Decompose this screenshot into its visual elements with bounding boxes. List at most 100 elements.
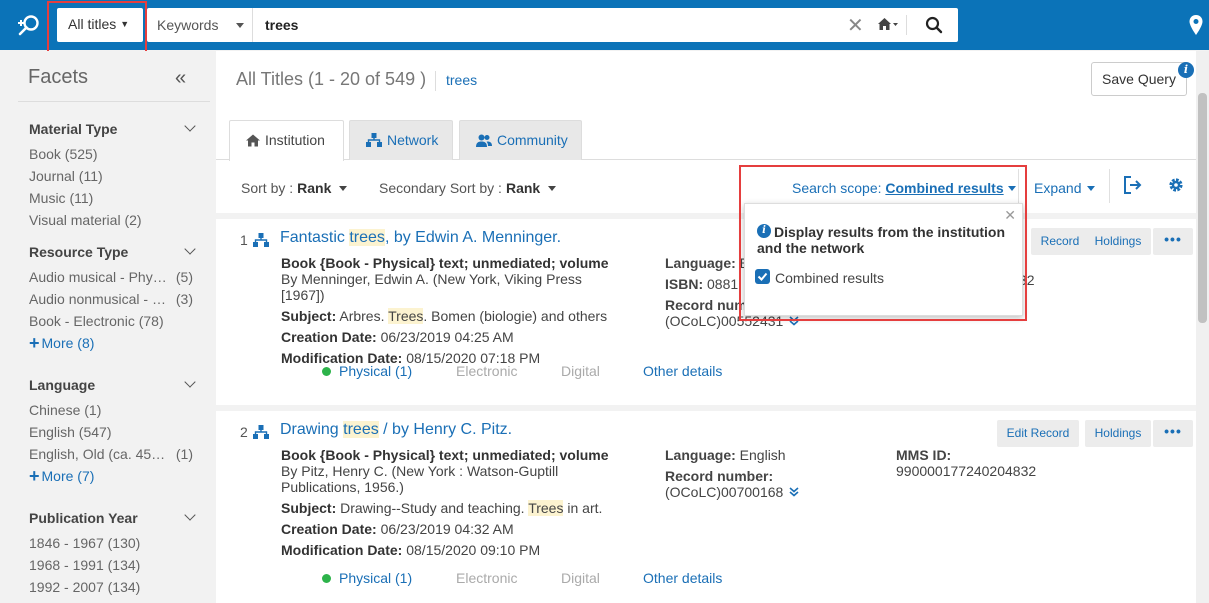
home-icon xyxy=(246,134,260,147)
field-value: 06/23/2019 04:32 AM xyxy=(376,521,514,537)
tab-community[interactable]: Community xyxy=(459,120,582,160)
search-input[interactable] xyxy=(255,10,835,40)
tab-institution[interactable]: Institution xyxy=(229,120,344,161)
record-language-line: Language: English xyxy=(665,447,865,463)
scrollbar[interactable] xyxy=(1196,51,1209,603)
field-value: English xyxy=(735,447,786,463)
title-type-select[interactable]: All titles ▼ xyxy=(57,8,143,42)
record-details-left: Book {Book - Physical} text; unmediated;… xyxy=(281,255,621,371)
save-query-button[interactable]: Save Query xyxy=(1091,62,1187,96)
search-term-highlight: Trees xyxy=(388,308,424,324)
facet-item[interactable]: Audio nonmusical - P... (3) xyxy=(29,288,199,310)
double-chevron-left-icon[interactable]: « xyxy=(175,67,186,90)
info-icon[interactable]: i xyxy=(1178,62,1194,78)
holdings-button[interactable]: Holdings xyxy=(1085,420,1151,447)
edit-record-button[interactable]: Edit Record xyxy=(997,420,1079,447)
field-label: Record num xyxy=(665,297,747,313)
field-value: Drawing--Study and teaching. xyxy=(336,500,529,516)
plus-icon: + xyxy=(29,466,40,486)
gear-icon[interactable] xyxy=(1168,177,1184,193)
network-icon xyxy=(253,425,269,439)
record-subject-line: Subject: Arbres. Trees. Bomen (biologie)… xyxy=(281,308,621,324)
close-icon[interactable]: ✕ xyxy=(1004,207,1016,224)
secondary-sort-select[interactable]: Secondary Sort by : Rank xyxy=(379,180,557,196)
caret-down-icon xyxy=(339,186,348,191)
scrollbar-thumb[interactable] xyxy=(1198,93,1207,323)
field-value: 08/15/2020 09:10 PM xyxy=(402,542,541,558)
more-icon[interactable]: ••• xyxy=(1153,228,1193,255)
facet-item[interactable]: Music (11) xyxy=(29,187,199,209)
combined-results-label[interactable]: Combined results xyxy=(775,270,884,286)
facet-item[interactable]: 1846 - 1967 (130) xyxy=(29,532,199,554)
divider xyxy=(435,71,436,91)
other-details-link[interactable]: Other details xyxy=(643,363,722,379)
query-term-link[interactable]: trees xyxy=(446,72,477,88)
facet-item-count: (5) xyxy=(173,266,193,288)
search-icon xyxy=(925,16,943,34)
tab-network[interactable]: Network xyxy=(349,120,453,160)
facet-title[interactable]: Publication Year xyxy=(29,509,199,532)
search-scope-link[interactable]: Search scope: Combined results xyxy=(792,180,1016,196)
record-title-text: , by Edwin A. Menninger. xyxy=(384,229,562,246)
digital-availability: Digital xyxy=(561,363,600,379)
facet-item[interactable]: Book - Electronic (78) xyxy=(29,310,199,332)
physical-availability-link[interactable]: Physical (1) xyxy=(322,570,412,586)
logo-search-icon[interactable] xyxy=(16,12,42,38)
holdings-button[interactable]: Holdings xyxy=(1085,228,1151,255)
export-icon[interactable] xyxy=(1123,175,1143,195)
close-icon[interactable]: ✕ xyxy=(847,13,864,38)
field-label: Subject: xyxy=(281,500,337,516)
facet-item[interactable]: Chinese (1) xyxy=(29,399,199,421)
facet-title[interactable]: Resource Type xyxy=(29,243,199,266)
facet-title[interactable]: Language xyxy=(29,376,199,399)
double-chevron-down-icon[interactable] xyxy=(789,316,799,326)
record-number: 2 xyxy=(240,424,248,440)
availability-label: Physical (1) xyxy=(339,570,413,586)
record-title-text: Drawing xyxy=(280,421,344,438)
record-format: Book {Book - Physical} text; unmediated;… xyxy=(281,255,609,271)
caret-down-icon xyxy=(548,186,557,191)
search-button[interactable] xyxy=(911,8,957,42)
search-field-value: Keywords xyxy=(157,17,219,33)
sort-label: Sort by : xyxy=(241,180,294,196)
physical-availability-link[interactable]: Physical (1) xyxy=(322,363,412,379)
record-details-left: Book {Book - Physical} text; unmediated;… xyxy=(281,447,621,563)
field-value: 06/23/2019 04:25 AM xyxy=(376,329,514,345)
search-term-highlight: Trees xyxy=(528,500,564,516)
facet-item[interactable]: Audio musical - Phys... (5) xyxy=(29,266,199,288)
title-type-value: All titles xyxy=(68,16,117,32)
expand-link[interactable]: Expand xyxy=(1034,180,1096,196)
double-chevron-down-icon[interactable] xyxy=(789,487,799,497)
available-dot-icon xyxy=(322,574,331,583)
search-scope-home-select[interactable] xyxy=(877,15,907,35)
divider xyxy=(1109,169,1110,203)
other-details-link[interactable]: Other details xyxy=(643,570,722,586)
facet-more-label: More (7) xyxy=(41,468,95,484)
search-field-select[interactable]: Keywords xyxy=(147,8,253,42)
facets-panel: Facets « Material Type Book (525) Journa… xyxy=(18,51,210,603)
record-subject-line: Subject: Drawing--Study and teaching. Tr… xyxy=(281,500,621,516)
record-title-link[interactable]: Drawing trees / by Henry C. Pitz. xyxy=(280,421,512,439)
record-title-link[interactable]: Fantastic trees, by Edwin A. Menninger. xyxy=(280,229,561,247)
sort-select[interactable]: Sort by : Rank xyxy=(241,180,348,196)
facet-item[interactable]: 1992 - 2007 (134) xyxy=(29,576,199,598)
edit-record-button[interactable]: Record xyxy=(1031,228,1089,255)
facet-item[interactable]: English (547) xyxy=(29,421,199,443)
facet-more-link[interactable]: + More (8) xyxy=(29,332,199,354)
more-icon[interactable]: ••• xyxy=(1153,420,1193,447)
facet-item[interactable]: English, Old (ca. 450-... (1) xyxy=(29,443,199,465)
combined-results-checkbox[interactable] xyxy=(755,269,770,284)
location-pin-icon[interactable] xyxy=(1188,14,1204,36)
chevron-down-icon xyxy=(184,120,196,132)
facet-title[interactable]: Material Type xyxy=(29,120,199,143)
facet-item[interactable]: 1968 - 1991 (134) xyxy=(29,554,199,576)
facet-item[interactable]: Visual material (2) xyxy=(29,209,199,231)
record-number-line: Record number: xyxy=(665,468,865,484)
availability-label: Physical (1) xyxy=(339,363,413,379)
facet-title-label: Publication Year xyxy=(29,510,138,526)
facet-group-material-type: Material Type Book (525) Journal (11) Mu… xyxy=(29,120,199,231)
facet-item[interactable]: Book (525) xyxy=(29,143,199,165)
facet-item[interactable]: Journal (11) xyxy=(29,165,199,187)
facet-more-link[interactable]: + More (7) xyxy=(29,465,199,487)
checkmark-icon xyxy=(757,272,768,281)
